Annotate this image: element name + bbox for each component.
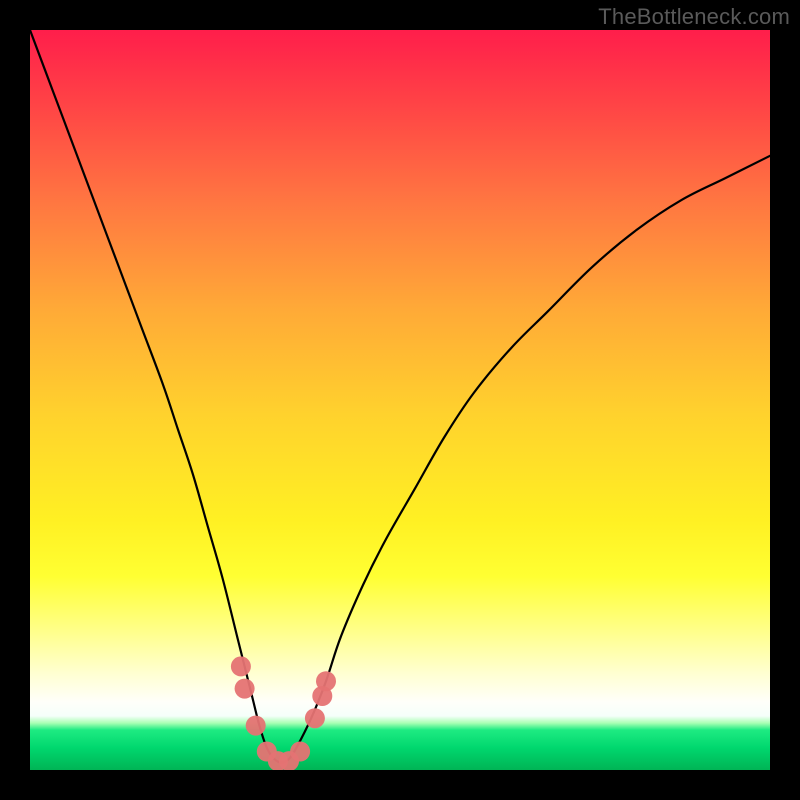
highlighted-points: [231, 656, 336, 770]
watermark-text: TheBottleneck.com: [598, 4, 790, 30]
plot-area: [30, 30, 770, 770]
chart-frame: TheBottleneck.com: [0, 0, 800, 800]
marker-dot: [305, 708, 325, 728]
marker-dot: [316, 671, 336, 691]
marker-dot: [231, 656, 251, 676]
marker-dot: [246, 716, 266, 736]
bottleneck-curve: [30, 30, 770, 763]
curve-layer: [30, 30, 770, 770]
marker-dot: [235, 679, 255, 699]
marker-dot: [290, 742, 310, 762]
